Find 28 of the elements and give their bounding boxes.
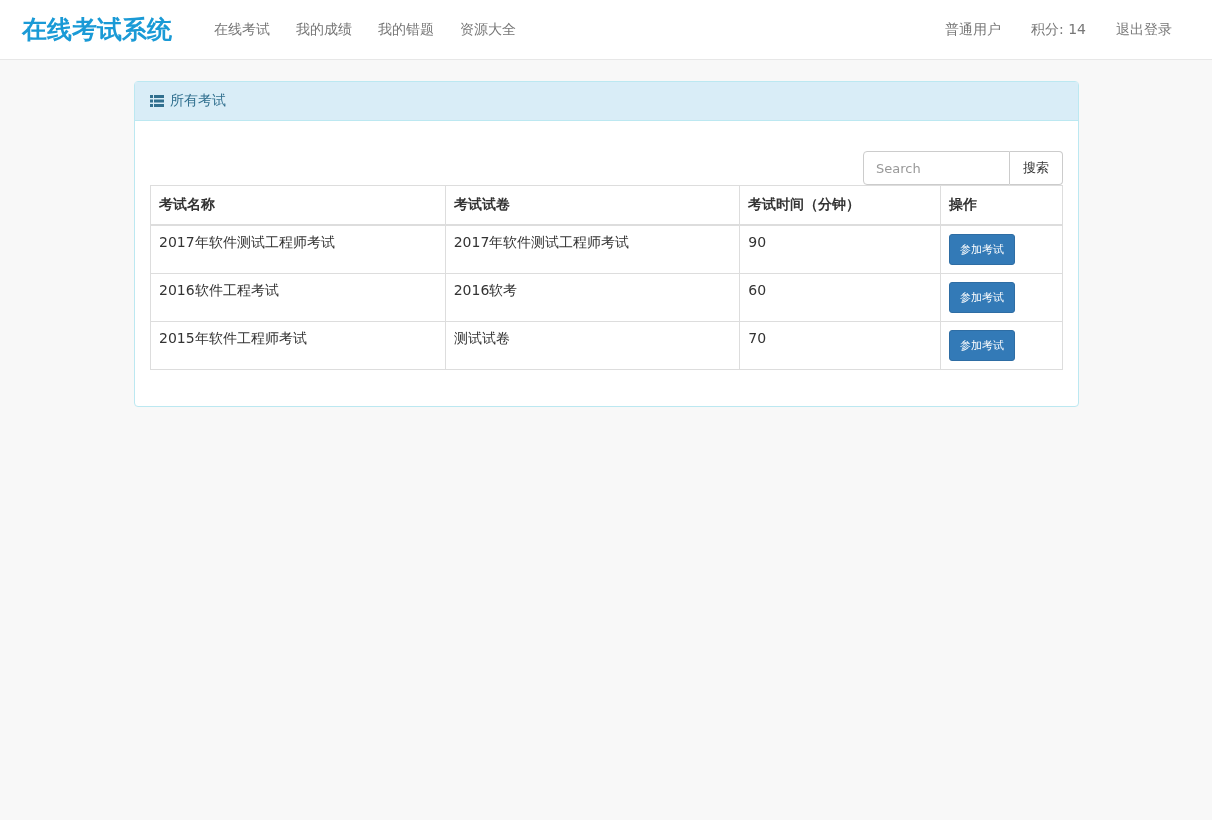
search-field[interactable]: Search <box>863 151 1010 185</box>
table-cell: 2016软考 <box>445 273 740 321</box>
column-header: 考试试卷 <box>445 185 740 225</box>
column-header: 操作 <box>940 185 1063 225</box>
points-text: 积分: 14 <box>1031 20 1086 39</box>
join-exam-button[interactable]: 参加考试 <box>949 281 1016 313</box>
column-header: 考试时间（分钟） <box>739 185 941 225</box>
nav-link[interactable]: 我的错题 <box>378 20 434 39</box>
search-button[interactable]: 搜索 <box>1010 151 1063 185</box>
table-cell: 2017年软件测试工程师考试 <box>445 224 740 273</box>
table-cell: 2015年软件工程师考试 <box>150 321 446 369</box>
table-cell: 2016软件工程考试 <box>150 273 446 321</box>
table-cell: 90 <box>739 224 941 273</box>
table-cell: 70 <box>739 321 941 369</box>
table-cell: 60 <box>739 273 941 321</box>
join-exam-button[interactable]: 参加考试 <box>949 233 1016 265</box>
list-icon <box>150 95 164 107</box>
column-header: 考试名称 <box>150 185 446 225</box>
nav-link[interactable]: 我的成绩 <box>296 20 352 39</box>
nav-link[interactable]: 在线考试 <box>214 20 270 39</box>
logout-link[interactable]: 退出登录 <box>1116 20 1172 39</box>
user-role: 普通用户 <box>945 20 1001 39</box>
panel-title: 所有考试 <box>170 92 226 110</box>
table-cell: 测试试卷 <box>445 321 740 369</box>
brand-logo[interactable]: 在线考试系统 <box>22 13 172 46</box>
join-exam-button[interactable]: 参加考试 <box>949 329 1016 361</box>
nav-link[interactable]: 资源大全 <box>460 20 516 39</box>
table-cell: 2017年软件测试工程师考试 <box>150 224 446 273</box>
